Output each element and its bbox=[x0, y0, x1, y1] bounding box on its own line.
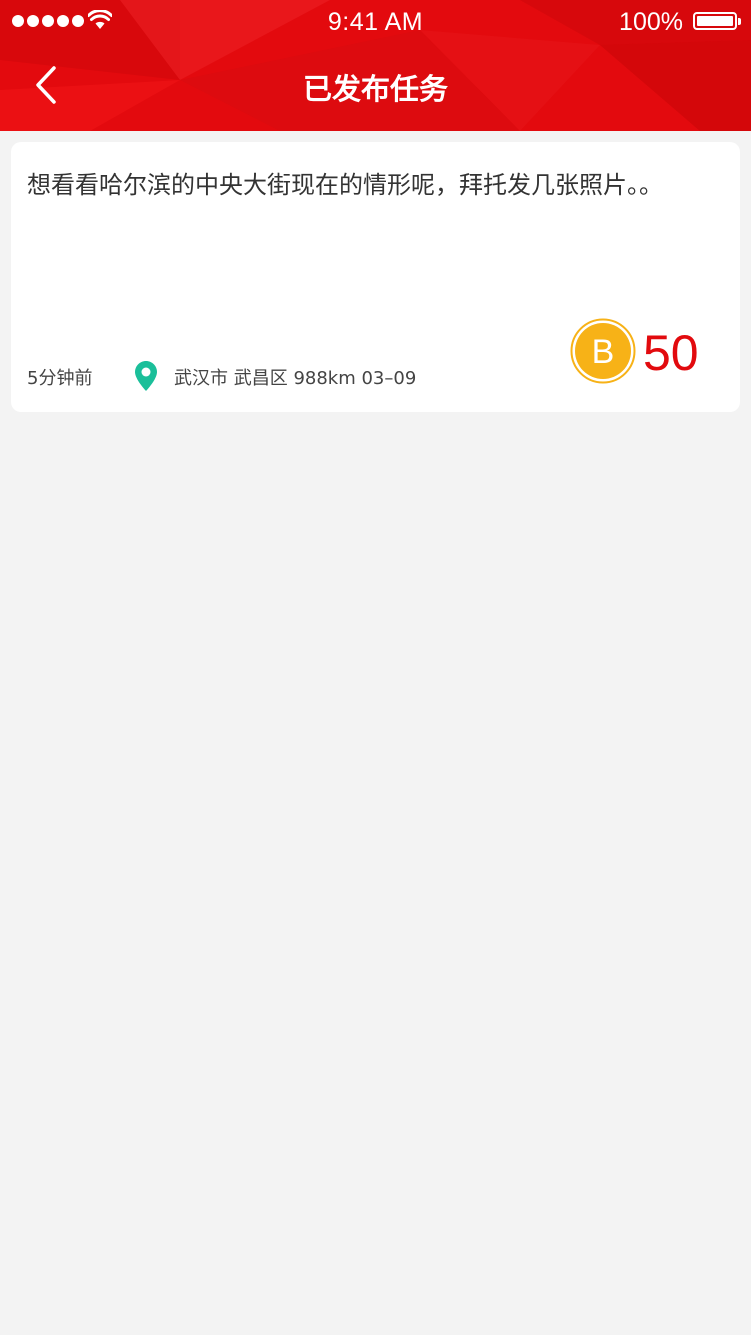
reward-amount: 50 bbox=[643, 325, 699, 381]
battery-percent: 100% bbox=[619, 8, 683, 36]
coin-b-icon: B bbox=[570, 318, 636, 384]
battery-icon bbox=[693, 12, 741, 30]
svg-text:B: B bbox=[592, 333, 615, 371]
status-bar: 9:41 AM 100% bbox=[0, 0, 751, 44]
page-title: 已发布任务 bbox=[302, 72, 448, 106]
map-pin-icon bbox=[135, 361, 157, 391]
task-posted-time: 5分钟前 bbox=[27, 368, 93, 389]
app-header: 9:41 AM 100% 已发布任务 bbox=[0, 0, 751, 131]
task-description: 想看看哈尔滨的中央大街现在的情形呢，拜托发几张照片。。 bbox=[27, 171, 663, 199]
task-card[interactable]: 想看看哈尔滨的中央大街现在的情形呢，拜托发几张照片。。 5分钟前 武汉市 武昌区… bbox=[11, 142, 740, 412]
nav-bar: 已发布任务 bbox=[0, 44, 751, 131]
task-location: 武汉市 武昌区 988km 03–09 bbox=[174, 368, 417, 389]
